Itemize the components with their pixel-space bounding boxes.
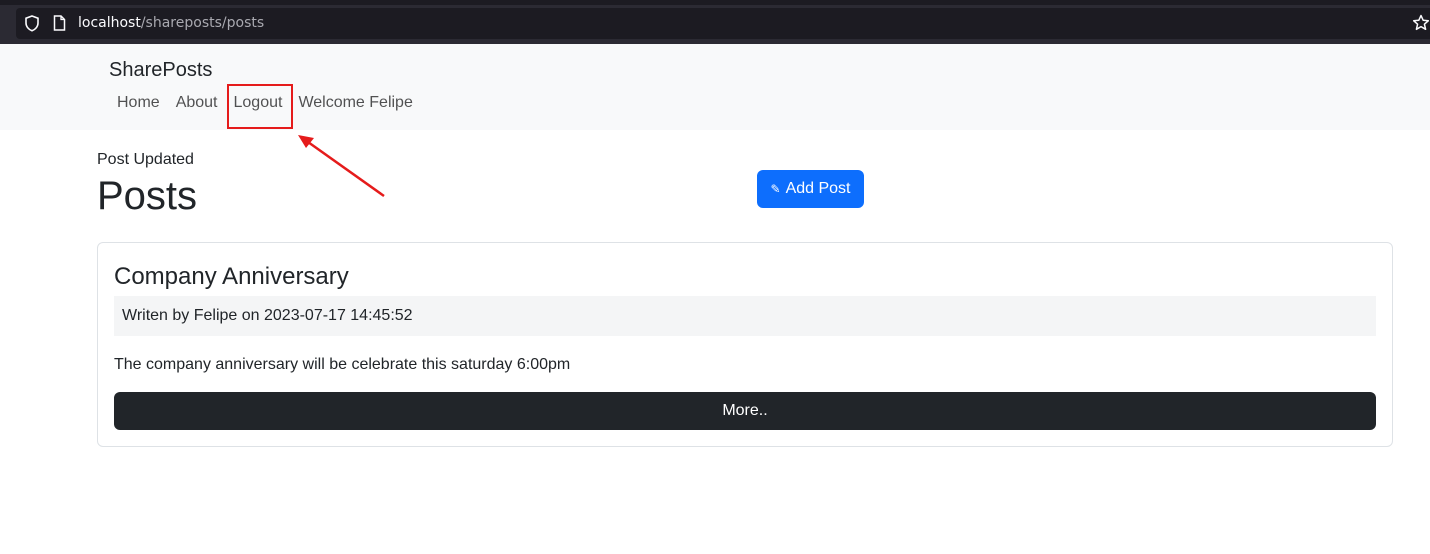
page-icon[interactable]: [53, 15, 66, 31]
nav-link-welcome[interactable]: Welcome Felipe: [290, 92, 420, 116]
url-host: localhost: [78, 15, 141, 31]
add-post-label: Add Post: [785, 180, 851, 197]
nav-link-home[interactable]: Home: [109, 92, 168, 116]
flash-message: Post Updated: [97, 151, 194, 168]
bookmark-star-icon[interactable]: [1412, 14, 1430, 32]
shield-icon[interactable]: [24, 15, 40, 32]
add-post-button[interactable]: ✎ Add Post: [757, 170, 864, 208]
navbar-brand[interactable]: SharePosts: [109, 58, 212, 82]
navbar: SharePosts Home About Logout Welcome Fel…: [0, 44, 1430, 130]
post-body: The company anniversary will be celebrat…: [114, 356, 571, 373]
post-meta: Writen by Felipe on 2023-07-17 14:45:52: [114, 296, 1376, 336]
post-card: Company Anniversary Writen by Felipe on …: [97, 242, 1393, 447]
post-title: Company Anniversary: [114, 263, 349, 290]
pencil-icon: ✎: [770, 182, 781, 196]
url-text[interactable]: localhost/shareposts/posts: [78, 15, 264, 32]
browser-tab-strip: [0, 0, 1430, 5]
nav-link-about[interactable]: About: [168, 92, 226, 116]
page-title: Posts: [97, 174, 198, 218]
url-path: /shareposts/posts: [140, 15, 265, 31]
browser-toolbar: localhost/shareposts/posts: [0, 0, 1430, 44]
logout-highlight-box: [227, 84, 293, 129]
more-button[interactable]: More..: [114, 392, 1376, 430]
annotation-arrow: [298, 135, 385, 198]
